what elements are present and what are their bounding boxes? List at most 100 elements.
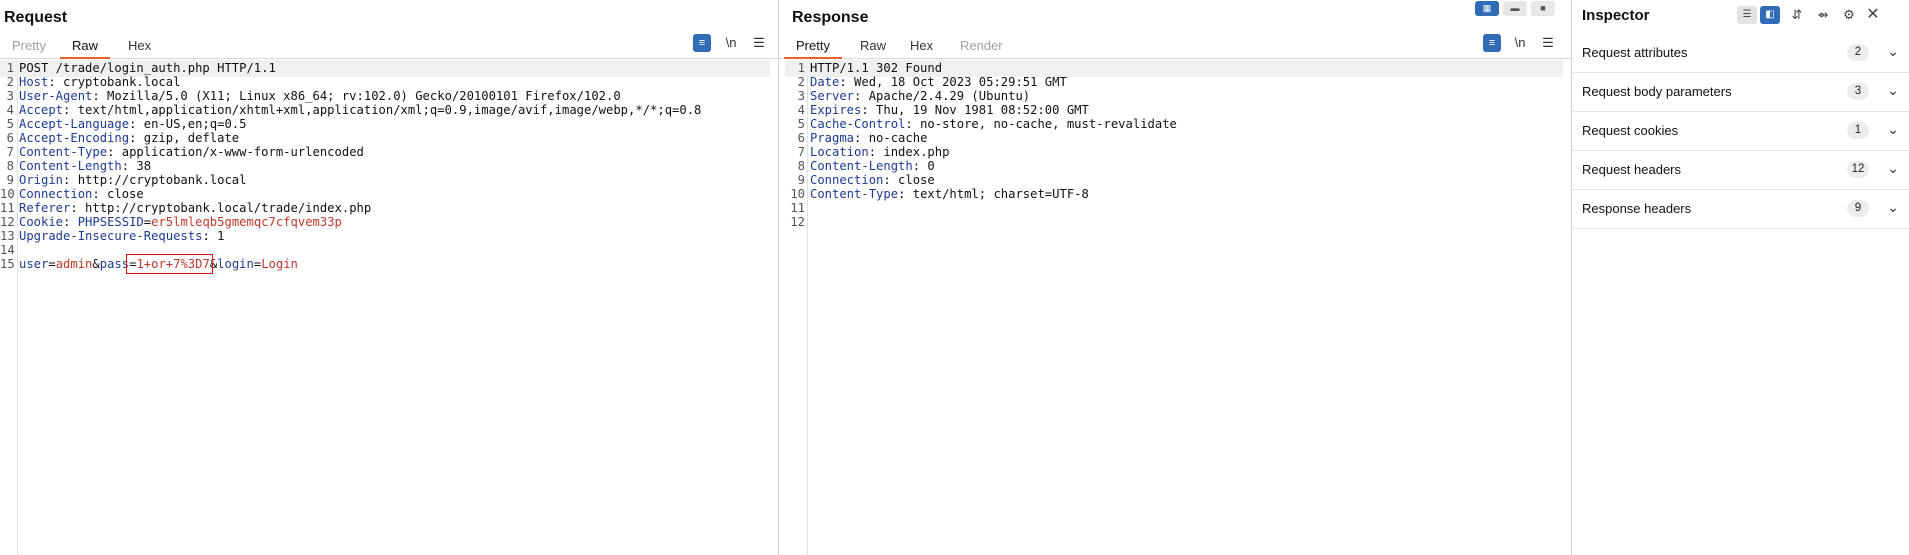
header-name: Connection [19, 187, 93, 201]
response-editor[interactable]: 1 HTTP/1.1 302 Found 2 Date: Wed, 18 Oct 20… [785, 60, 1571, 555]
request-editor[interactable]: 1 POST /trade/login_auth.php HTTP/1.1 2 Hos… [0, 60, 778, 555]
header-value: HTTP/1.1 302 Found [810, 61, 943, 75]
inspector-section[interactable]: Request body parameters 3 ⌄ [1573, 73, 1909, 112]
inspector-section[interactable]: Response headers 9 ⌄ [1573, 190, 1909, 229]
header-value: : no-cache [854, 131, 928, 145]
section-label: Request attributes [1582, 45, 1688, 60]
wrap-icon[interactable]: ≡ [693, 34, 711, 52]
header-name: Accept [19, 103, 64, 117]
tab-pretty[interactable]: Pretty [784, 36, 842, 59]
request-panel: Request Pretty Raw Hex ≡ \n ☰ 1 POST /tra… [0, 0, 779, 555]
tab-render[interactable]: Render [948, 36, 1015, 57]
header-name: Location [810, 145, 869, 159]
panel-view-icon[interactable]: ◧ [1760, 6, 1780, 24]
header-value: : 38 [121, 159, 152, 173]
header-name: Date [810, 75, 840, 89]
inspector-section[interactable]: Request headers 12 ⌄ [1573, 151, 1909, 190]
chevron-down-icon[interactable]: ⌄ [1887, 199, 1899, 216]
single-view-icon[interactable]: ■ [1531, 1, 1555, 16]
inspector-title: Inspector [1582, 7, 1650, 24]
header-name: Content-Length [19, 159, 122, 173]
header-value: : en-US,en;q=0.5 [129, 117, 247, 131]
tab-hex[interactable]: Hex [898, 36, 945, 57]
side-by-side-view-icon[interactable]: ▦ [1475, 1, 1499, 16]
header-value: : 1 [202, 229, 225, 243]
header-value: : 0 [912, 159, 935, 173]
close-icon[interactable]: ✕ [1863, 6, 1883, 24]
menu-icon[interactable]: ☰ [750, 34, 768, 52]
header-name: Upgrade-Insecure-Requests [19, 229, 203, 243]
tab-raw[interactable]: Raw [60, 36, 111, 59]
stacked-view-icon[interactable]: ▬ [1503, 1, 1527, 16]
section-label: Request headers [1582, 162, 1682, 177]
header-value: : http://cryptobank.local/trade/index.ph… [70, 201, 372, 215]
cookie-name: PHPSESSID [77, 215, 144, 229]
header-name: Server [810, 89, 855, 103]
line-number: 12 [790, 215, 805, 229]
header-name: Referer [19, 201, 71, 215]
param-value: admin [55, 257, 93, 271]
header-value: : no-store, no-cache, must-revalidate [905, 117, 1177, 131]
param-equals: = [48, 257, 56, 271]
highlighted-payload: =1+or+7%3D7 [126, 254, 213, 274]
newline-toggle-button[interactable]: \n [722, 34, 740, 52]
code-line: 12 [785, 214, 1563, 231]
gear-icon[interactable]: ⚙ [1839, 6, 1859, 24]
section-label: Request body parameters [1582, 84, 1732, 99]
count-badge: 3 [1847, 83, 1869, 100]
response-tabs: Pretty Raw Hex Render [780, 36, 1571, 59]
header-name: Pragma [810, 131, 855, 145]
header-value: : text/html; charset=UTF-8 [898, 187, 1089, 201]
param-value: Login [261, 257, 298, 271]
list-view-icon[interactable]: ☰ [1737, 6, 1757, 24]
param-name: login [217, 257, 254, 271]
line-number: 15 [0, 257, 15, 271]
section-label: Response headers [1582, 201, 1692, 216]
menu-icon[interactable]: ☰ [1539, 34, 1557, 52]
count-badge: 12 [1847, 161, 1869, 178]
header-value: : Apache/2.4.29 (Ubuntu) [854, 89, 1031, 103]
header-value: : [63, 215, 78, 229]
wrap-icon[interactable]: ≡ [1483, 34, 1501, 52]
header-name: Cache-Control [810, 117, 906, 131]
param-value: 1+or+7%3D7 [136, 257, 210, 271]
chevron-down-icon[interactable]: ⌄ [1887, 160, 1899, 177]
newline-toggle-button[interactable]: \n [1511, 34, 1529, 52]
code-line: 15 user=admin&pass=1+or+7%3D7&login=Login [0, 254, 770, 274]
header-value: POST /trade/login_auth.php HTTP/1.1 [19, 61, 276, 75]
header-name: Host [19, 75, 49, 89]
count-badge: 1 [1847, 122, 1869, 139]
cookie-equals: = [143, 215, 152, 229]
header-name: Content-Type [810, 187, 899, 201]
request-title: Request [4, 9, 68, 26]
header-value: : application/x-www-form-urlencoded [107, 145, 364, 159]
inspector-panel: Inspector ☰ ◧ ⇵ ⇴ ⚙ ✕ Request attributes… [1573, 0, 1909, 555]
expand-all-icon[interactable]: ⇵ [1787, 6, 1807, 24]
count-badge: 9 [1847, 200, 1869, 217]
inspector-section[interactable]: Request cookies 1 ⌄ [1573, 112, 1909, 151]
section-label: Request cookies [1582, 123, 1679, 138]
header-value: : Thu, 19 Nov 1981 08:52:00 GMT [861, 103, 1089, 117]
header-value: : text/html,application/xhtml+xml,applic… [63, 103, 702, 117]
chevron-down-icon[interactable]: ⌄ [1887, 43, 1899, 60]
response-title: Response [792, 9, 869, 26]
count-badge: 2 [1847, 44, 1869, 61]
param-name: user [19, 257, 49, 271]
header-name: Accept-Encoding [19, 131, 130, 145]
header-name: Expires [810, 103, 862, 117]
tab-raw[interactable]: Raw [848, 36, 898, 57]
chevron-down-icon[interactable]: ⌄ [1887, 121, 1899, 138]
collapse-all-icon[interactable]: ⇴ [1813, 6, 1833, 24]
cookie-value: er5lmleqb5gmemqc7cfqvem33p [151, 215, 342, 229]
header-name: Content-Length [810, 159, 913, 173]
response-panel: ▦ ▬ ■ Response Pretty Raw Hex Render ≡ \… [780, 0, 1572, 555]
chevron-down-icon[interactable]: ⌄ [1887, 82, 1899, 99]
header-name: Content-Type [19, 145, 108, 159]
header-value: : close [92, 187, 144, 201]
tab-hex[interactable]: Hex [116, 36, 163, 57]
tab-pretty[interactable]: Pretty [0, 36, 58, 57]
inspector-section[interactable]: Request attributes 2 ⌄ [1573, 34, 1909, 73]
header-name: Connection [810, 173, 884, 187]
header-value: : gzip, deflate [129, 131, 240, 145]
header-value: : close [883, 173, 935, 187]
